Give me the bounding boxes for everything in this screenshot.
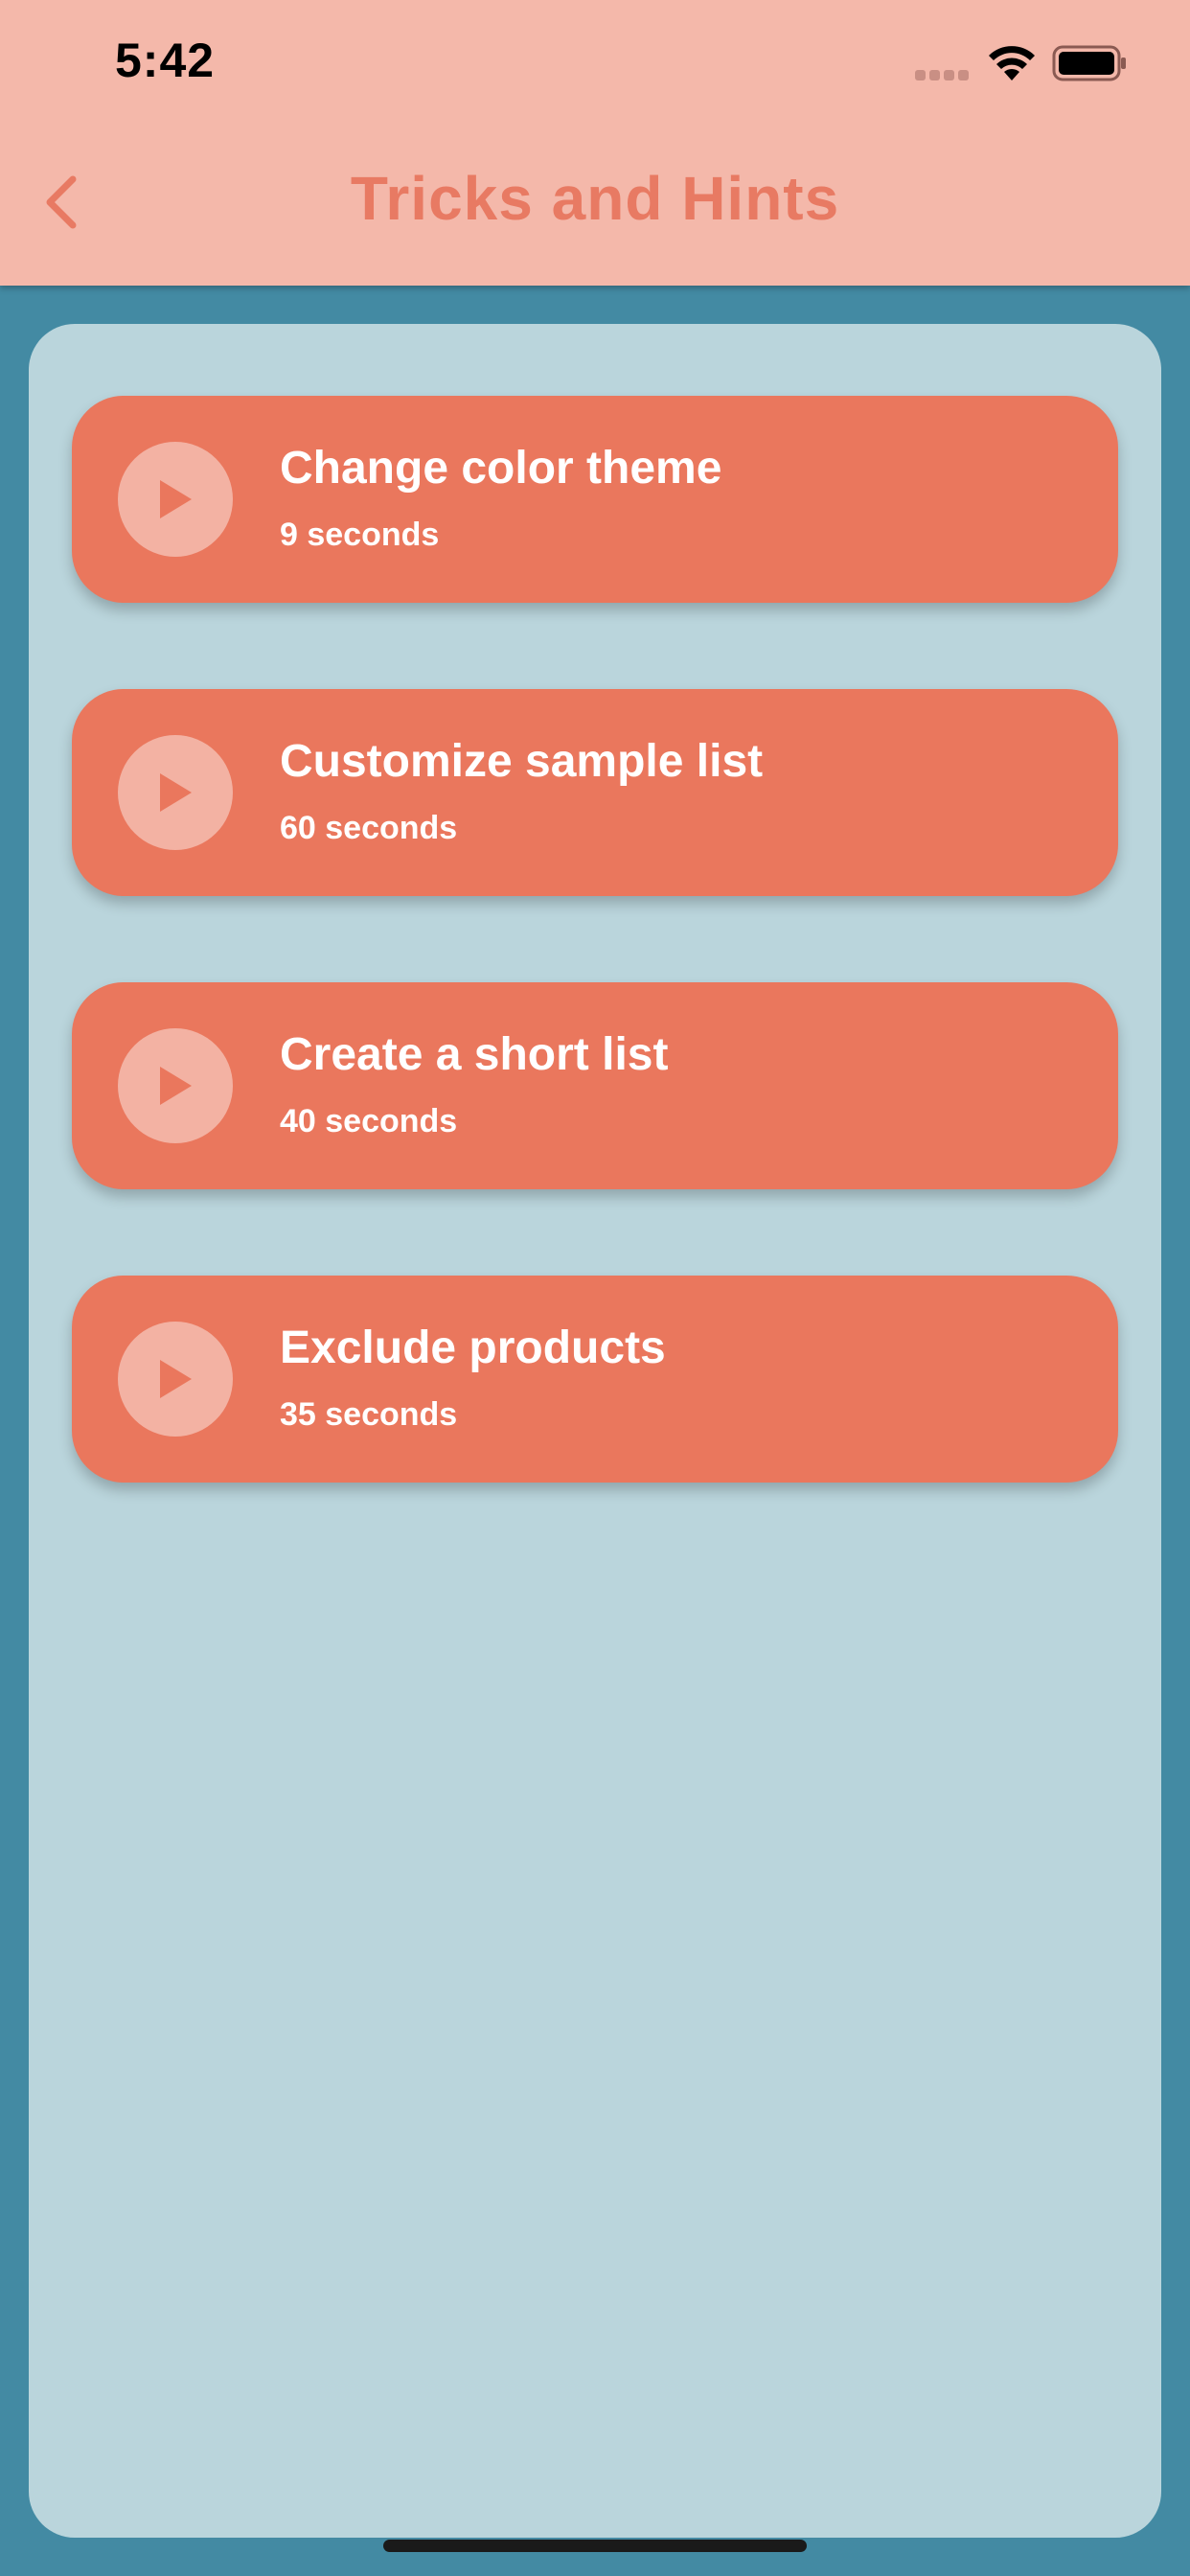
play-button[interactable]	[118, 735, 233, 850]
hint-title: Create a short list	[280, 1029, 669, 1080]
hint-title: Exclude products	[280, 1322, 666, 1373]
hint-card-exclude-products[interactable]: Exclude products 35 seconds	[72, 1276, 1118, 1483]
hint-card-create-short-list[interactable]: Create a short list 40 seconds	[72, 982, 1118, 1189]
wifi-icon	[989, 46, 1035, 80]
hint-duration: 60 seconds	[280, 810, 458, 846]
battery-icon	[1052, 45, 1126, 81]
play-button[interactable]	[118, 1322, 233, 1437]
play-icon	[160, 1360, 192, 1398]
hint-title: Customize sample list	[280, 736, 764, 787]
status-time: 5:42	[115, 34, 216, 87]
hint-title: Change color theme	[280, 443, 722, 494]
play-icon	[160, 1067, 192, 1105]
hint-card-change-color-theme[interactable]: Change color theme 9 seconds	[72, 396, 1118, 603]
play-button[interactable]	[118, 1028, 233, 1143]
hint-duration: 40 seconds	[280, 1103, 458, 1139]
page-title: Tricks and Hints	[350, 164, 840, 233]
home-indicator[interactable]	[383, 2540, 807, 2552]
hint-duration: 35 seconds	[280, 1396, 458, 1433]
play-icon	[160, 480, 192, 518]
cellular-signal-icon	[915, 70, 969, 80]
app-header: 5:42 Tricks and Hints	[0, 0, 1190, 286]
play-icon	[160, 773, 192, 812]
hint-card-customize-sample-list[interactable]: Customize sample list 60 seconds	[72, 689, 1118, 896]
play-button[interactable]	[118, 442, 233, 557]
hint-duration: 9 seconds	[280, 517, 440, 553]
